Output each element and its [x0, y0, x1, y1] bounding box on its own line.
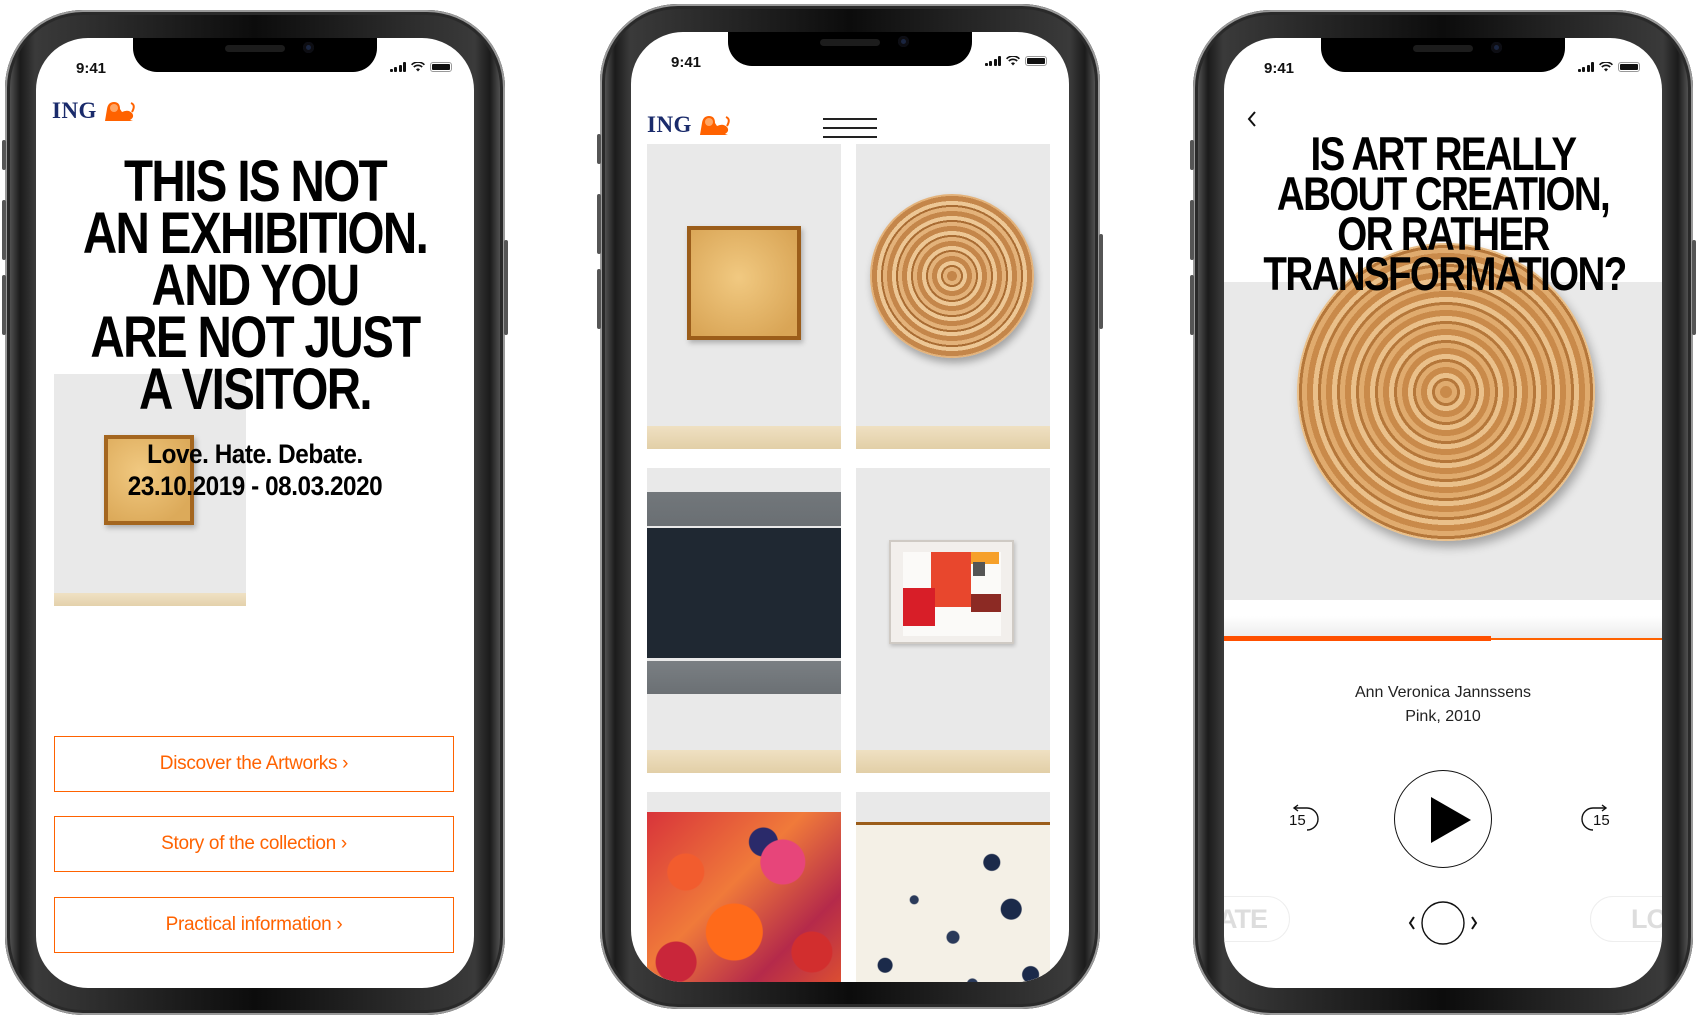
- back-button[interactable]: [1246, 108, 1258, 136]
- tagline: Love. Hate. Debate.: [147, 439, 363, 469]
- artwork-tile-red-textile[interactable]: [856, 468, 1050, 773]
- artwork-tile-red-figures[interactable]: [647, 792, 841, 982]
- hero-headline: THIS IS NOT AN EXHIBITION. AND YOU ARE N…: [75, 153, 434, 422]
- forward-15-button[interactable]: 15: [1579, 802, 1615, 836]
- gray-band-bottom: [647, 661, 841, 694]
- lion-icon: [104, 102, 135, 121]
- wifi-icon: [1599, 62, 1613, 72]
- gallery-floor: [647, 750, 841, 773]
- status-icons: [1577, 62, 1640, 72]
- swipe-knob-icon: [1408, 901, 1478, 945]
- power-button: [1692, 240, 1696, 335]
- hero-artwork-floor: [54, 593, 246, 606]
- volume-up-button: [1190, 200, 1194, 260]
- status-icons: [984, 56, 1047, 66]
- battery-icon: [1618, 62, 1640, 72]
- mute-switch: [1190, 140, 1194, 170]
- battery-icon: [1025, 56, 1047, 66]
- camera: [1491, 42, 1502, 53]
- screen: 9:41 ING THIS IS NOT AN EXHIBITION. AND …: [36, 38, 474, 988]
- artwork-title: Pink, 2010: [1405, 708, 1481, 725]
- artwork-tile-dark-stripes[interactable]: [647, 468, 841, 773]
- chevron-left-icon: [1247, 111, 1256, 127]
- battery-icon: [430, 62, 452, 72]
- screen: 9:41 ING: [631, 32, 1069, 982]
- ing-logo[interactable]: ING: [52, 98, 136, 124]
- wifi-icon: [1006, 56, 1020, 66]
- gallery-floor: [856, 426, 1050, 449]
- power-button: [504, 240, 508, 335]
- golden-square-canvas: [687, 226, 801, 340]
- swipe-control[interactable]: [1406, 900, 1480, 951]
- volume-up-button: [2, 200, 6, 260]
- artwork-tile-ink-splatter[interactable]: [856, 792, 1050, 982]
- artwork-tile-golden-square[interactable]: [647, 144, 841, 449]
- rewind-seconds: 15: [1289, 812, 1306, 829]
- audio-progress-fill: [1224, 636, 1492, 641]
- red-textile-collage: [889, 540, 1014, 644]
- artwork-tile-woven-disc[interactable]: [856, 144, 1050, 449]
- status-time: 9:41: [1264, 60, 1295, 77]
- question-headline: IS ART REALLY ABOUT CREATION, OR RATHER …: [1263, 130, 1627, 300]
- forward-seconds: 15: [1593, 812, 1610, 829]
- volume-down-button: [1190, 275, 1194, 335]
- practical-information-button[interactable]: Practical information ›: [54, 897, 454, 953]
- power-button: [1099, 234, 1103, 329]
- mute-switch: [597, 134, 601, 164]
- progress-shadow: [1224, 616, 1662, 638]
- expressionist-red-figures: [647, 812, 841, 982]
- notch: [1321, 38, 1565, 72]
- signal-icon: [984, 56, 1001, 66]
- gray-band-top: [647, 492, 841, 526]
- story-of-collection-button[interactable]: Story of the collection ›: [54, 816, 454, 872]
- signal-icon: [1577, 62, 1594, 72]
- ing-logo-text: ING: [647, 112, 692, 137]
- lion-icon: [699, 116, 730, 135]
- camera: [898, 36, 909, 47]
- hamburger-menu-icon[interactable]: [823, 118, 877, 138]
- camera: [303, 42, 314, 53]
- question-line: TRANSFORMATION?: [1263, 247, 1627, 300]
- notch: [728, 32, 972, 66]
- gallery-floor: [856, 750, 1050, 773]
- headline-line: A VISITOR.: [138, 357, 373, 422]
- play-button[interactable]: [1394, 770, 1492, 868]
- volume-up-button: [597, 194, 601, 254]
- volume-down-button: [2, 275, 6, 335]
- audio-progress-bar[interactable]: [1224, 636, 1662, 641]
- exhibition-dates: 23.10.2019 - 08.03.2020: [127, 471, 383, 501]
- phone-home-screen: 9:41 ING THIS IS NOT AN EXHIBITION. AND …: [2, 10, 508, 1015]
- notch: [133, 38, 377, 72]
- ing-logo-text: ING: [52, 98, 97, 123]
- signal-icon: [389, 62, 406, 72]
- status-icons: [389, 62, 452, 72]
- status-time: 9:41: [671, 54, 702, 71]
- love-button[interactable]: LOVE: [1590, 896, 1662, 942]
- hate-button[interactable]: HATE: [1224, 896, 1290, 942]
- phone-gallery-screen: 9:41 ING: [597, 4, 1103, 1009]
- artist-name: Ann Veronica Jannssens: [1354, 684, 1532, 701]
- mute-switch: [2, 140, 6, 170]
- blue-ink-splatter: [856, 825, 1050, 982]
- wifi-icon: [411, 62, 425, 72]
- phone-player-screen: 9:41 IS ART REALLY ABOUT CREATION, OR RA…: [1190, 10, 1696, 1015]
- woven-round-disc: [870, 194, 1034, 358]
- exhibition-info: Love. Hate. Debate. 23.10.2019 - 08.03.2…: [58, 438, 452, 502]
- screen: 9:41 IS ART REALLY ABOUT CREATION, OR RA…: [1224, 38, 1662, 988]
- ing-logo[interactable]: ING: [647, 112, 731, 138]
- status-time: 9:41: [76, 60, 107, 77]
- dark-blue-panel: [647, 528, 841, 658]
- discover-artworks-button[interactable]: Discover the Artworks ›: [54, 736, 454, 792]
- volume-down-button: [597, 269, 601, 329]
- rewind-15-button[interactable]: 15: [1285, 802, 1321, 836]
- gallery-floor: [647, 426, 841, 449]
